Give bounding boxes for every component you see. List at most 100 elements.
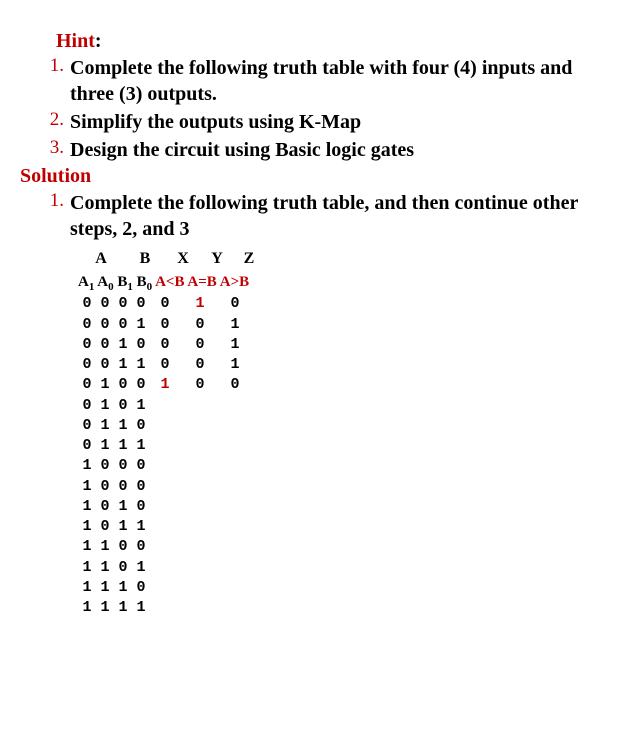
table-cell: 0: [114, 558, 132, 578]
table-cell: 0: [132, 416, 150, 436]
table-cell: 1: [220, 335, 250, 355]
col-Y: A=B: [187, 274, 216, 290]
table-cell: 1: [132, 396, 150, 416]
table-cell: 1: [96, 578, 114, 598]
table-cell: 1: [96, 558, 114, 578]
table-cell: 1: [78, 598, 96, 618]
table-cell: 0: [220, 375, 250, 395]
table-cell: 1: [114, 416, 132, 436]
table-cell: 0: [150, 294, 180, 314]
table-cell: 0: [150, 335, 180, 355]
table-cell: 0: [78, 375, 96, 395]
table-cell: 0: [132, 456, 150, 476]
table-cell: 0: [78, 416, 96, 436]
table-cell: 0: [114, 315, 132, 335]
table-cell: 0: [114, 456, 132, 476]
table-cell: 1: [132, 436, 150, 456]
table-cell: 1: [132, 558, 150, 578]
col-group-B: B: [124, 248, 166, 270]
table-body: 0000010000100100100010011001010010001010…: [78, 294, 613, 618]
table-cell: 0: [132, 537, 150, 557]
hint-item-3: 3. Design the circuit using Basic logic …: [40, 137, 613, 163]
table-cell: 1: [114, 578, 132, 598]
hint-item-2: 2. Simplify the outputs using K-Map: [40, 109, 613, 135]
table-cell: 1: [114, 598, 132, 618]
table-row: 0010001: [78, 335, 613, 355]
list-number: 3.: [40, 137, 64, 163]
table-cell: 0: [132, 578, 150, 598]
table-cell: 0: [220, 294, 250, 314]
table-cell: 0: [78, 436, 96, 456]
solution-label: Solution: [20, 165, 613, 188]
table-cell: 1: [78, 497, 96, 517]
table-row: 1011: [78, 517, 613, 537]
col-A1: A1: [78, 274, 94, 290]
table-cell: 1: [78, 477, 96, 497]
table-cell: 0: [180, 375, 220, 395]
table-cell: 0: [132, 497, 150, 517]
table-cell: 0: [132, 375, 150, 395]
table-row: 0000010: [78, 294, 613, 314]
list-text: Design the circuit using Basic logic gat…: [70, 137, 414, 163]
table-cell: 0: [132, 477, 150, 497]
table-cell: 1: [78, 558, 96, 578]
table-row: 1101: [78, 558, 613, 578]
col-X: A<B: [155, 274, 184, 290]
list-number: 1.: [40, 55, 64, 107]
table-cell: 1: [114, 335, 132, 355]
table-cell: 0: [114, 477, 132, 497]
table-cell: 0: [114, 294, 132, 314]
table-cell: 1: [180, 294, 220, 314]
table-cell: 1: [96, 436, 114, 456]
table-cell: 1: [78, 517, 96, 537]
hint-colon: :: [95, 30, 102, 52]
col-B1: B1: [117, 274, 133, 290]
table-cell: 1: [114, 355, 132, 375]
table-cell: 0: [180, 335, 220, 355]
table-cell: 0: [96, 497, 114, 517]
col-Z: A>B: [220, 274, 249, 290]
col-B0: B0: [137, 274, 153, 290]
table-cell: 1: [96, 396, 114, 416]
table-cell: 1: [114, 436, 132, 456]
table-cell: 1: [78, 537, 96, 557]
list-number: 2.: [40, 109, 64, 135]
table-cell: 0: [96, 517, 114, 537]
table-cell: 1: [132, 598, 150, 618]
table-cell: 1: [132, 355, 150, 375]
table-cell: 0: [96, 315, 114, 335]
table-cell: 1: [220, 315, 250, 335]
table-cell: 0: [150, 315, 180, 335]
table-row: 1000: [78, 477, 613, 497]
truth-table: ABXYZ A1 A0 B1 B0 A<B A=B A>B 0000010000…: [78, 248, 613, 618]
table-cell: 0: [96, 355, 114, 375]
table-cell: 0: [78, 355, 96, 375]
table-row: 0100100: [78, 375, 613, 395]
table-cell: 1: [132, 517, 150, 537]
table-row: 0111: [78, 436, 613, 456]
col-group-Y: Y: [200, 248, 234, 270]
table-row: 1010: [78, 497, 613, 517]
table-row: 1000: [78, 456, 613, 476]
table-group-header: ABXYZ: [78, 248, 613, 270]
table-cell: 1: [96, 598, 114, 618]
list-number: 1.: [40, 190, 64, 242]
list-text: Simplify the outputs using K-Map: [70, 109, 361, 135]
table-cell: 0: [114, 396, 132, 416]
table-cell: 0: [132, 294, 150, 314]
table-row: 1111: [78, 598, 613, 618]
table-cell: 0: [78, 335, 96, 355]
hint-label: Hint: [56, 30, 95, 52]
list-text: Complete the following truth table, and …: [70, 190, 613, 242]
table-cell: 0: [96, 477, 114, 497]
col-A0: A0: [97, 274, 113, 290]
table-cell: 0: [114, 375, 132, 395]
solution-item-1: 1. Complete the following truth table, a…: [40, 190, 613, 242]
table-cell: 0: [114, 537, 132, 557]
table-row: 1110: [78, 578, 613, 598]
col-group-Z: Z: [234, 248, 264, 270]
col-group-A: A: [78, 248, 124, 270]
table-row: 1100: [78, 537, 613, 557]
col-group-X: X: [166, 248, 200, 270]
table-cell: 0: [180, 315, 220, 335]
